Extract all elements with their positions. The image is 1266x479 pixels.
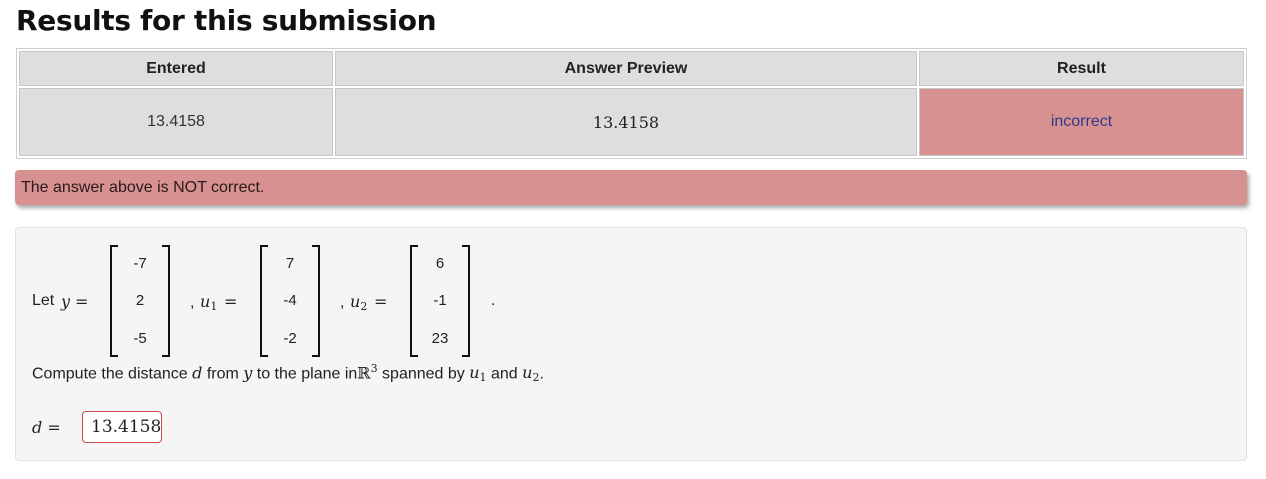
d-symbol: d bbox=[192, 363, 203, 383]
vector-u1-entry: 7 bbox=[285, 255, 295, 272]
u1-symbol: u1 bbox=[469, 363, 487, 385]
entered-value: 13.4158 bbox=[19, 88, 333, 156]
comma: , bbox=[190, 294, 195, 311]
question-text: Compute the distance d from y to the pla… bbox=[32, 362, 544, 385]
y-symbol: y bbox=[61, 292, 71, 311]
header-answer-preview: Answer Preview bbox=[335, 51, 917, 86]
problem-panel: Let y = -7 2 -5 , u1 = 7 -4 -2 , u2 = 6 … bbox=[15, 227, 1247, 461]
answer-label: d = bbox=[32, 418, 61, 437]
header-entered: Entered bbox=[19, 51, 333, 86]
vector-y-entry: 2 bbox=[135, 292, 145, 309]
vector-u1-entry: -2 bbox=[283, 330, 297, 347]
answer-preview-value: 13.4158 bbox=[335, 88, 917, 156]
results-table: Entered Answer Preview Result 13.4158 13… bbox=[16, 48, 1247, 159]
vector-y-entry: -5 bbox=[133, 330, 147, 347]
vector-y-entry: -7 bbox=[133, 255, 147, 272]
vector-u2-entry: -1 bbox=[433, 292, 447, 309]
vector-u2-entry: 6 bbox=[435, 255, 445, 272]
vector-y: -7 2 -5 bbox=[110, 245, 170, 357]
incorrect-alert: The answer above is NOT correct. bbox=[15, 170, 1247, 205]
reals-symbol: ℝ bbox=[357, 363, 371, 383]
y-symbol: y bbox=[243, 363, 253, 383]
header-result: Result bbox=[919, 51, 1244, 86]
let-label: Let bbox=[32, 292, 55, 309]
equals-sign: = bbox=[374, 292, 388, 311]
vector-u2: 6 -1 23 bbox=[410, 245, 470, 357]
u1-symbol: u1 bbox=[200, 292, 218, 313]
vector-u2-entry: 23 bbox=[431, 330, 449, 347]
answer-input[interactable]: 13.4158 bbox=[82, 411, 162, 443]
vector-u1: 7 -4 -2 bbox=[260, 245, 320, 357]
table-row: 13.4158 13.4158 incorrect bbox=[19, 88, 1244, 156]
period: . bbox=[491, 292, 496, 309]
comma: , bbox=[340, 294, 345, 311]
equals-sign: = bbox=[224, 292, 238, 311]
u2-symbol: u2 bbox=[350, 292, 368, 313]
vector-u1-entry: -4 bbox=[283, 292, 297, 309]
equals-sign: = bbox=[75, 292, 89, 311]
result-status: incorrect bbox=[919, 88, 1244, 156]
results-header-row: Entered Answer Preview Result bbox=[19, 51, 1244, 86]
u2-symbol: u2 bbox=[522, 363, 540, 385]
page-title: Results for this submission bbox=[16, 4, 437, 37]
